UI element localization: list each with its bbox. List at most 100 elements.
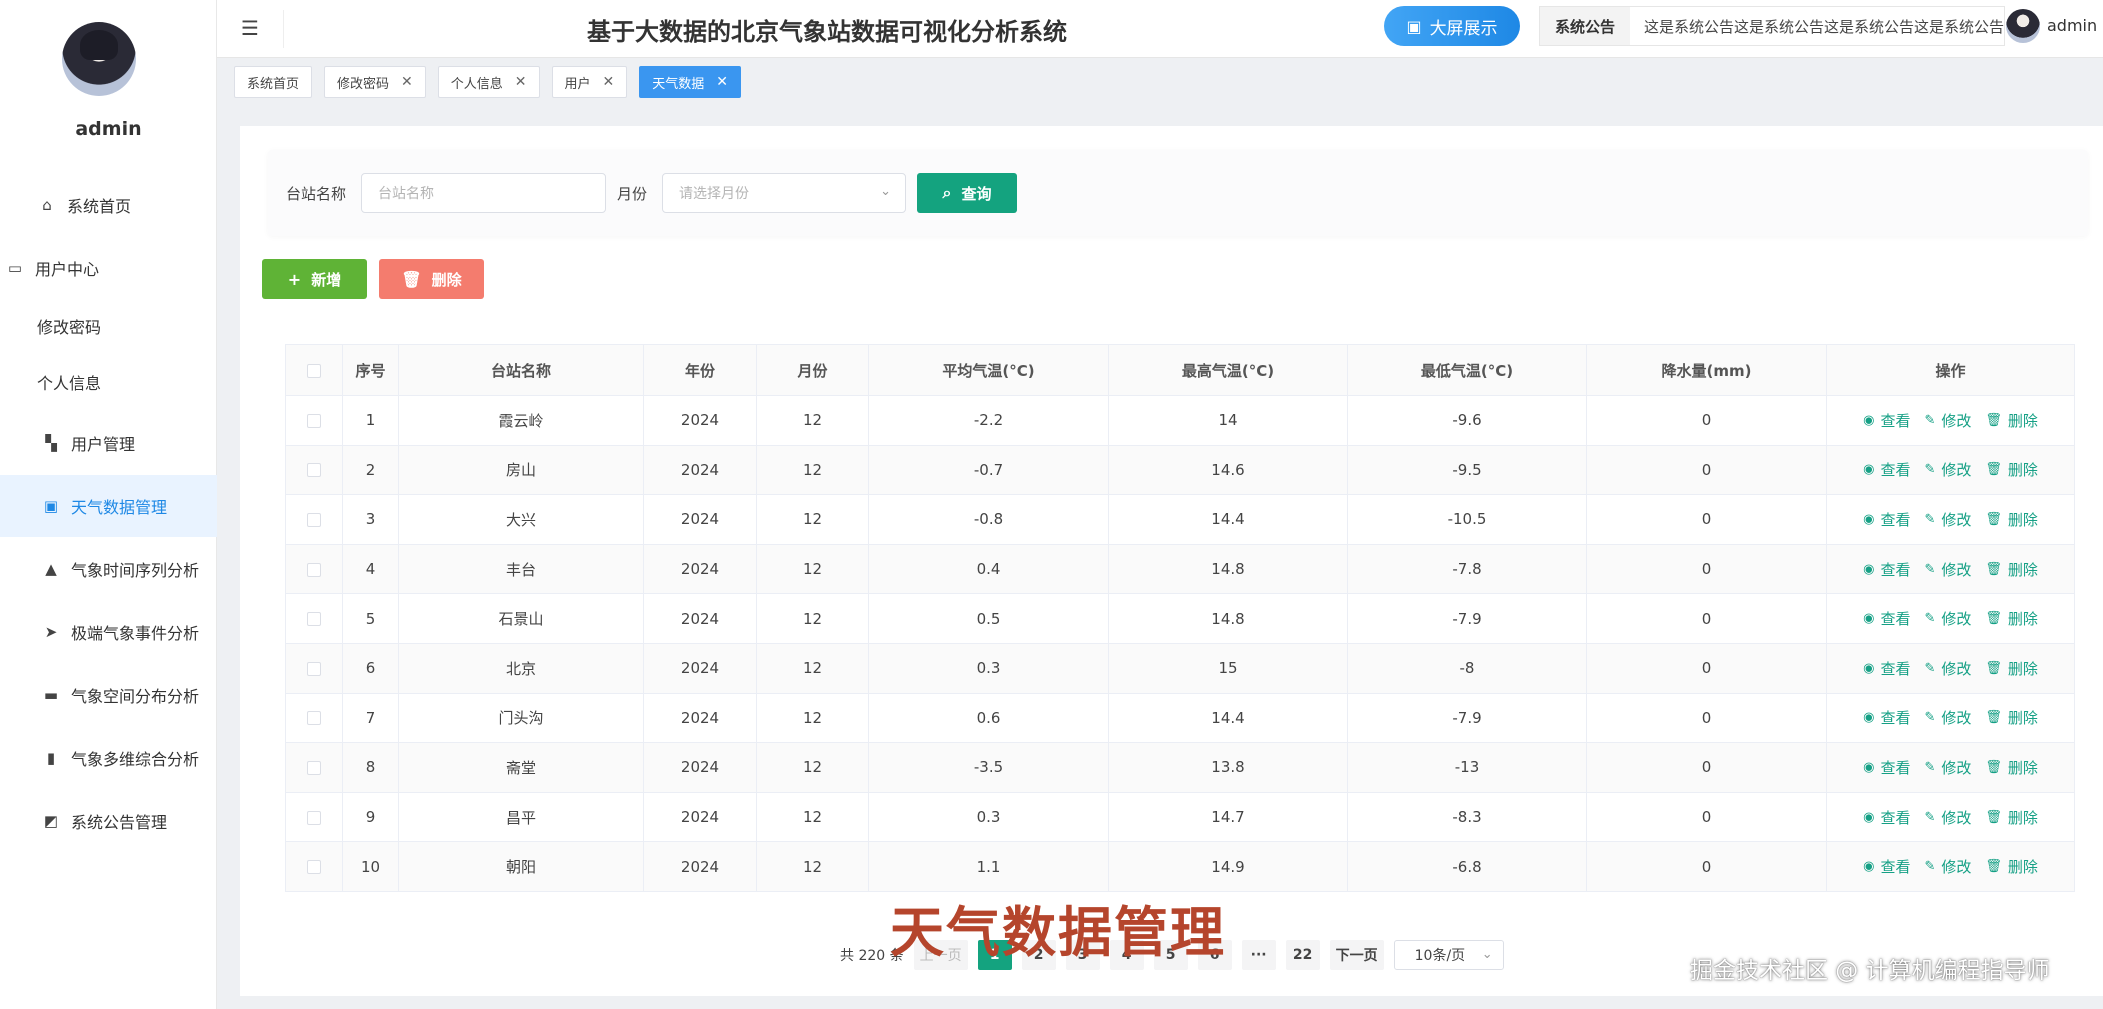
page-button[interactable]: 22 [1285,940,1320,970]
table-cell: 门头沟 [398,692,644,744]
edit-button[interactable]: ✎ 修改 [1924,856,1971,877]
page-size-select[interactable]: 10条/页 ⌄ [1393,940,1504,970]
row-select-cell [285,791,343,843]
tab-profile[interactable]: 个人信息 ✕ [437,66,540,98]
select-all-checkbox[interactable] [307,363,321,378]
header-username[interactable]: admin [2047,16,2097,35]
row-checkbox[interactable] [307,860,321,875]
close-icon[interactable]: ✕ [716,74,728,90]
next-page-button[interactable]: 下一页 [1329,940,1384,970]
close-icon[interactable]: ✕ [515,74,527,90]
avatar[interactable] [62,22,136,96]
bigscreen-button[interactable]: ▣ 大屏展示 [1384,6,1520,46]
tab-weather-data[interactable]: 天气数据 ✕ [639,66,742,98]
row-delete-button[interactable]: 🗑 删除 [1985,559,2038,580]
row-checkbox[interactable] [307,661,321,676]
row-delete-button[interactable]: 🗑 删除 [1985,807,2038,828]
row-checkbox[interactable] [307,413,321,428]
row-delete-button[interactable]: 🗑 删除 [1985,757,2038,778]
view-button[interactable]: ◉ 查看 [1863,807,1910,828]
view-button[interactable]: ◉ 查看 [1863,608,1910,629]
view-button[interactable]: ◉ 查看 [1863,559,1910,580]
table-row: 2 房山 2024 12 -0.7 14.6 -9.5 0 ◉ 查看 ✎ 修改 🗑 删除 [285,444,2075,496]
close-icon[interactable]: ✕ [603,74,615,90]
search-button[interactable]: ⌕ 查询 [917,173,1017,213]
view-label: 查看 [1880,411,1911,430]
station-input[interactable]: 台站名称 [361,173,606,213]
notice-label: 系统公告 [1540,7,1630,45]
edit-label: 修改 [1941,758,1972,777]
row-checkbox[interactable] [307,760,321,775]
view-button[interactable]: ◉ 查看 [1863,459,1910,480]
row-checkbox[interactable] [307,463,321,478]
edit-button[interactable]: ✎ 修改 [1924,658,1971,679]
tab-user[interactable]: 用户 ✕ [551,66,628,98]
close-icon[interactable]: ✕ [401,74,413,90]
view-button[interactable]: ◉ 查看 [1863,658,1910,679]
view-button[interactable]: ◉ 查看 [1863,410,1910,431]
trash-icon: 🗑 [401,269,422,289]
sidebar-item-spatial[interactable]: ▬ 气象空间分布分析 [0,664,217,726]
view-label: 查看 [1880,858,1911,877]
month-select[interactable]: 请选择月份 ⌄ [662,173,906,213]
row-delete-button[interactable]: 🗑 删除 [1985,707,2038,728]
edit-button[interactable]: ✎ 修改 [1924,707,1971,728]
avatar[interactable] [2006,9,2040,43]
row-checkbox[interactable] [307,711,321,726]
row-delete-button[interactable]: 🗑 删除 [1985,856,2038,877]
sidebar-item-weather-data[interactable]: ▣ 天气数据管理 [0,475,217,537]
edit-button[interactable]: ✎ 修改 [1924,807,1971,828]
more-pages-button[interactable]: ··· [1241,940,1276,970]
view-button[interactable]: ◉ 查看 [1863,757,1910,778]
row-checkbox[interactable] [307,810,321,825]
delete-button[interactable]: 🗑 删除 [379,259,484,299]
row-delete-button[interactable]: 🗑 删除 [1985,410,2038,431]
edit-button[interactable]: ✎ 修改 [1924,509,1971,530]
view-label: 查看 [1880,560,1911,579]
table-cell: 2024 [643,742,757,793]
add-button[interactable]: + 新增 [262,259,367,299]
row-delete-button[interactable]: 🗑 删除 [1985,509,2038,530]
sidebar-item-home[interactable]: ⌂ 系统首页 [0,174,217,236]
table-cell: 5 [342,593,399,644]
tab-home[interactable]: 系统首页 [234,66,313,98]
row-checkbox[interactable] [307,512,321,527]
table-cell: 14.8 [1108,593,1348,644]
row-delete-button[interactable]: 🗑 删除 [1985,608,2038,629]
table-cell: 14.7 [1108,791,1348,843]
sidebar-item-extreme-events[interactable]: ➤ 极端气象事件分析 [0,601,217,663]
tab-label: 用户 [564,76,591,92]
edit-button[interactable]: ✎ 修改 [1924,757,1971,778]
edit-button[interactable]: ✎ 修改 [1924,559,1971,580]
table-cell: -8 [1347,642,1587,694]
sidebar-item-user-management[interactable]: ▚ 用户管理 [0,412,217,474]
pencil-icon: ✎ [1924,859,1936,875]
edit-button[interactable]: ✎ 修改 [1924,410,1971,431]
sidebar-item-multidim[interactable]: ▮ 气象多维综合分析 [0,727,217,789]
pencil-icon: ✎ [1924,759,1936,775]
row-checkbox[interactable] [307,562,321,577]
table-cell: 12 [756,543,869,595]
view-button[interactable]: ◉ 查看 [1863,856,1910,877]
menu-fold-icon[interactable]: ☰ [241,17,263,39]
sidebar-item-time-series[interactable]: ▲ 气象时间序列分析 [0,538,217,600]
station-label: 台站名称 [286,185,347,203]
table-cell: 昌平 [398,791,644,843]
row-delete-button[interactable]: 🗑 删除 [1985,459,2038,480]
row-actions: ◉ 查看 ✎ 修改 🗑 删除 [1826,841,2075,892]
row-delete-button[interactable]: 🗑 删除 [1985,658,2038,679]
tab-change-password[interactable]: 修改密码 ✕ [324,66,426,98]
row-checkbox[interactable] [307,612,321,627]
table-row: 10 朝阳 2024 12 1.1 14.9 -6.8 0 ◉ 查看 ✎ 修改 🗑 删除 [285,841,2075,892]
edit-button[interactable]: ✎ 修改 [1924,608,1971,629]
delete-label: 删除 [2007,709,2038,728]
edit-button[interactable]: ✎ 修改 [1924,459,1971,480]
eye-icon: ◉ [1863,660,1875,676]
sidebar-item-profile[interactable]: 个人信息 [0,351,217,413]
view-button[interactable]: ◉ 查看 [1863,707,1910,728]
delete-button-label: 删除 [431,270,462,289]
view-button[interactable]: ◉ 查看 [1863,509,1910,530]
sidebar-item-user-center[interactable]: ▭ 用户中心 [0,237,217,299]
sidebar-item-change-password[interactable]: 修改密码 [0,295,217,357]
sidebar-item-notice-management[interactable]: ◩ 系统公告管理 [0,790,217,852]
